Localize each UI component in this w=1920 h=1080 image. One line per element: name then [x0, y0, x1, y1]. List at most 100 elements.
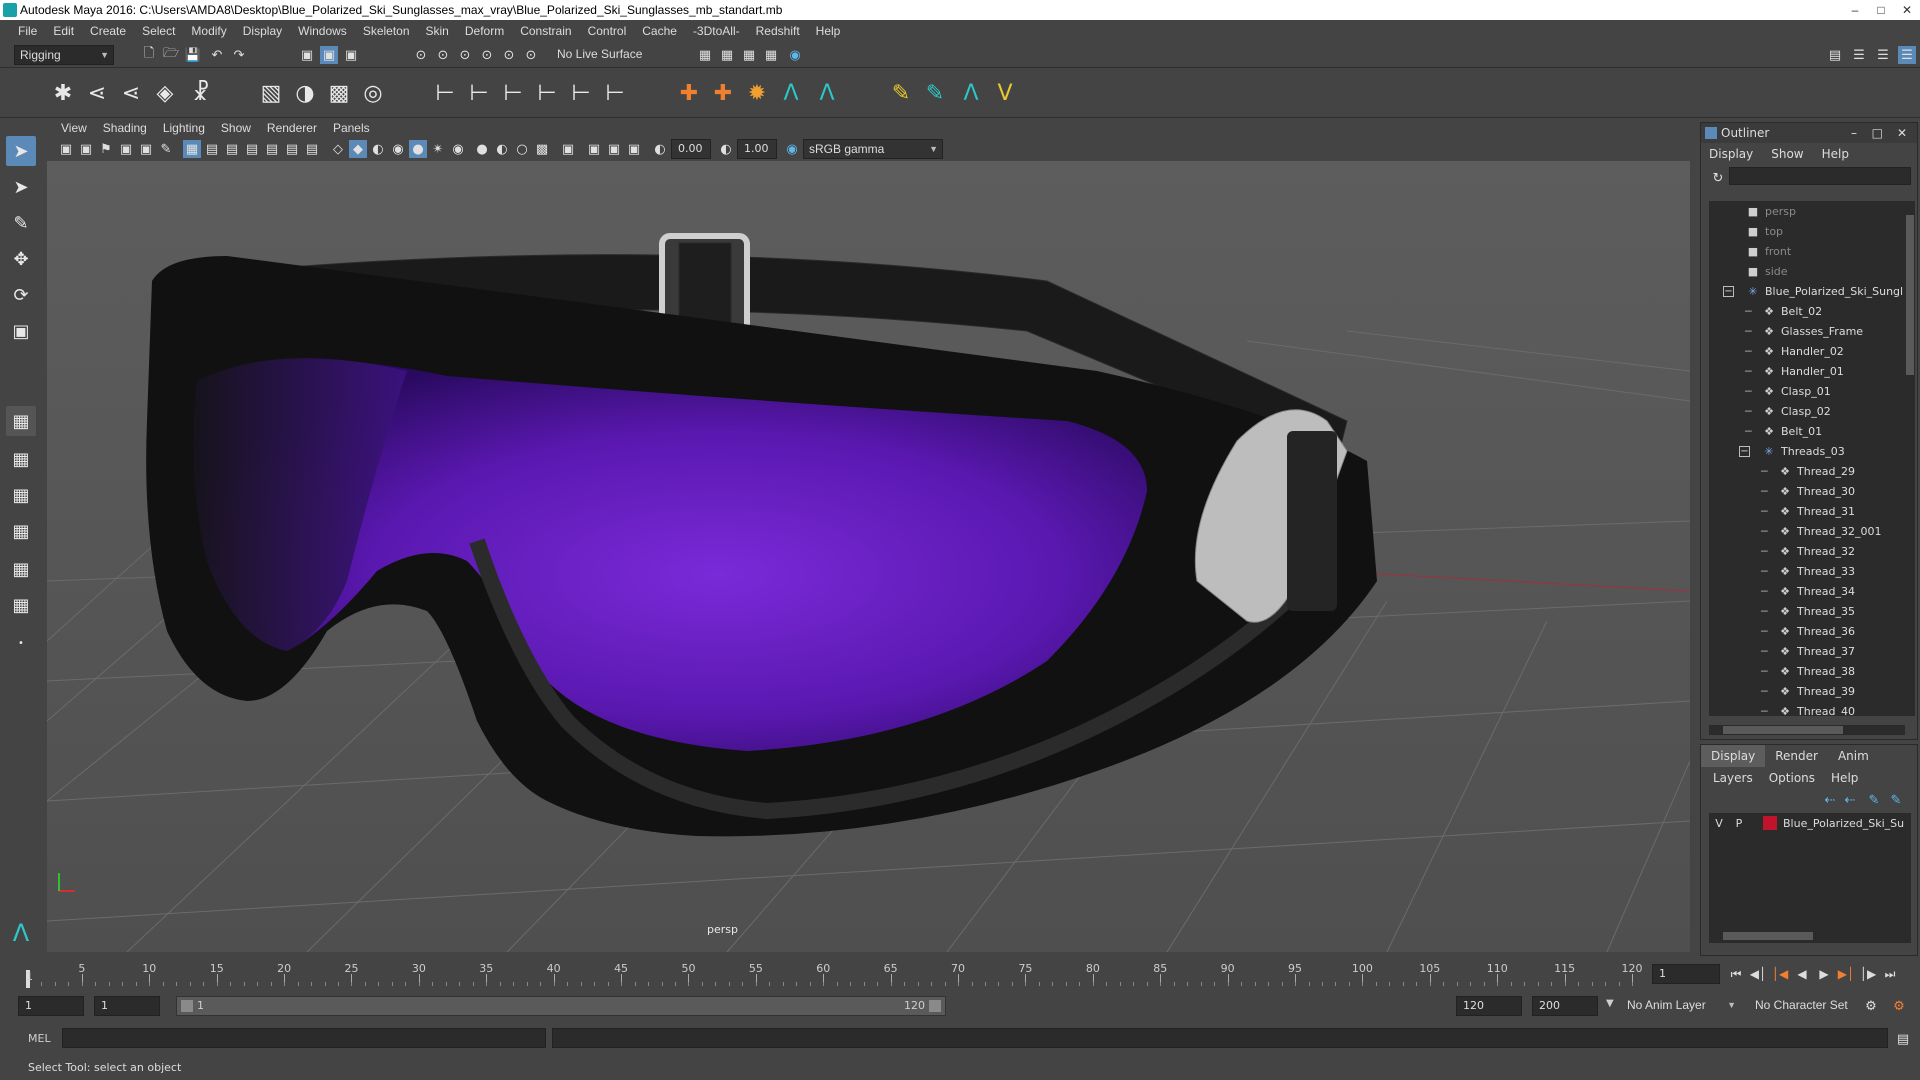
step-forward-key-button[interactable]: │▶ — [1858, 964, 1878, 984]
xray-icon[interactable]: ▩ — [533, 140, 551, 158]
motion-blur-icon[interactable]: ● — [473, 140, 491, 158]
outliner-item[interactable]: − ✳ Blue_Polarized_Ski_Sungl — [1709, 281, 1905, 301]
outliner-item[interactable]: ■ side — [1709, 261, 1905, 281]
range-start-handle[interactable] — [181, 1000, 193, 1012]
step-forward-frame-button[interactable]: ▶│ — [1836, 964, 1856, 984]
outliner-item[interactable]: ─ ❖ Thread_32_001 — [1709, 521, 1905, 541]
anti-aliasing-icon[interactable]: ◐ — [493, 140, 511, 158]
outliner-item[interactable]: ─ ❖ Thread_33 — [1709, 561, 1905, 581]
range-dropdown-icon[interactable]: ▼ — [1606, 998, 1614, 1009]
outliner-item[interactable]: ─ ❖ Thread_32 — [1709, 541, 1905, 561]
time-ruler[interactable]: 5 10 15 20 25 30 35 40 45 50 55 60 65 70 75 80 85 90 95 100… — [26, 960, 1643, 988]
outliner-item[interactable]: ─ ❖ Thread_34 — [1709, 581, 1905, 601]
hypershade-layout-icon[interactable]: ▦ — [6, 554, 36, 584]
outliner-menu-help[interactable]: Help — [1822, 147, 1849, 161]
outliner-minimize-button[interactable]: – — [1851, 126, 1857, 140]
new-scene-icon[interactable]: 🗋 — [140, 46, 158, 64]
playback-start-field[interactable]: 1 — [94, 996, 160, 1016]
joint-orient-icon[interactable]: ✚ — [708, 78, 738, 108]
hypershade-icon[interactable]: ◉ — [786, 46, 804, 64]
lattice-icon[interactable]: ▩ — [324, 78, 354, 108]
pole-vector-icon[interactable]: ⊢ — [600, 78, 630, 108]
minimize-button[interactable]: – — [1842, 0, 1868, 20]
ik-handle-icon[interactable]: ⋖ — [82, 78, 112, 108]
layer-tab-render[interactable]: Render — [1765, 745, 1828, 767]
menu-redshift[interactable]: Redshift — [748, 24, 808, 38]
bookmark-icon[interactable]: ⚑ — [97, 140, 115, 158]
new-layer-icon[interactable]: ✎ — [1865, 791, 1883, 809]
snap-curve-icon[interactable]: ⊙ — [434, 46, 452, 64]
bind-skin-icon[interactable]: ▧ — [256, 78, 286, 108]
grease-pencil-icon[interactable]: ✎ — [157, 140, 175, 158]
exposure-icon[interactable]: ◐ — [651, 140, 669, 158]
outliner-item[interactable]: ─ ❖ Thread_37 — [1709, 641, 1905, 661]
menu-edit[interactable]: Edit — [45, 24, 82, 38]
range-end-handle[interactable] — [929, 1000, 941, 1012]
snap-grid-icon[interactable]: ⊙ — [412, 46, 430, 64]
color-management-icon[interactable]: ◉ — [783, 140, 801, 158]
select-hierarchy-icon[interactable]: ▣ — [298, 46, 316, 64]
move-tool-icon[interactable]: ✥ — [6, 244, 36, 274]
layer-tab-anim[interactable]: Anim — [1828, 745, 1879, 767]
outliner-item[interactable]: ■ persp — [1709, 201, 1905, 221]
safe-title-icon[interactable]: ▤ — [303, 140, 321, 158]
render-view-icon[interactable]: ▦ — [762, 46, 780, 64]
move-layer-up-icon[interactable]: ⇠ — [1821, 791, 1839, 809]
render-settings-icon[interactable]: ▦ — [696, 46, 714, 64]
viewport-menu-lighting[interactable]: Lighting — [155, 121, 213, 135]
snap-vertex-icon[interactable]: ⊙ — [522, 46, 540, 64]
color-space-selector[interactable]: sRGB gamma ▼ — [803, 139, 943, 159]
humanik-rig-icon[interactable]: Λ — [812, 78, 842, 108]
parent-constraint-icon[interactable]: ⊢ — [430, 78, 460, 108]
point-constraint-icon[interactable]: ⊢ — [464, 78, 494, 108]
outliner-item[interactable]: − ✳ Threads_03 — [1709, 441, 1905, 461]
blendshape-icon[interactable]: Λ — [956, 78, 986, 108]
gate-mask-icon[interactable]: ▤ — [243, 140, 261, 158]
layer-menu-options[interactable]: Options — [1769, 771, 1815, 785]
layer-visibility-toggle[interactable]: V — [1709, 817, 1729, 830]
wireframe-on-shaded-icon[interactable]: ◐ — [369, 140, 387, 158]
ik-spline-icon[interactable]: ⋖ — [116, 78, 146, 108]
paint-select-icon[interactable]: ✎ — [6, 208, 36, 238]
paint-weights-icon[interactable]: ✎ — [886, 78, 916, 108]
persp-outliner-layout-icon[interactable]: ▦ — [6, 480, 36, 510]
snap-surface-icon[interactable]: ⊙ — [500, 46, 518, 64]
film-gate-icon[interactable]: ▤ — [203, 140, 221, 158]
layer-row[interactable]: V P Blue_Polarized_Ski_Su — [1709, 813, 1911, 833]
menu-file[interactable]: File — [10, 24, 45, 38]
3d-viewport[interactable]: persp — [47, 161, 1690, 952]
viewport-menu-panels[interactable]: Panels — [325, 121, 378, 135]
2d-pan-icon[interactable]: ▣ — [137, 140, 155, 158]
outliner-float-button[interactable]: □ — [1872, 126, 1883, 140]
attribute-editor-icon[interactable]: ☰ — [1850, 46, 1868, 64]
viewport-menu-show[interactable]: Show — [213, 121, 259, 135]
menu-windows[interactable]: Windows — [290, 24, 355, 38]
open-scene-icon[interactable]: 🗁 — [162, 46, 180, 64]
camera-select-icon[interactable]: ▣ — [57, 140, 75, 158]
outliner-item[interactable]: ─ ❖ Thread_35 — [1709, 601, 1905, 621]
play-backward-button[interactable]: ◀ — [1792, 964, 1812, 984]
outliner-search-input[interactable] — [1729, 167, 1911, 185]
mode-selector[interactable]: Rigging ▼ — [14, 45, 114, 65]
locator-icon[interactable]: ✚ — [674, 78, 704, 108]
safe-action-icon[interactable]: ▤ — [283, 140, 301, 158]
menu-3dtoall[interactable]: -3DtoAll- — [685, 24, 748, 38]
smooth-shade-icon[interactable]: ◆ — [349, 140, 367, 158]
outliner-item[interactable]: ─ ❖ Clasp_01 — [1709, 381, 1905, 401]
animation-prefs-icon[interactable]: ⚙ — [1890, 997, 1908, 1015]
undo-icon[interactable]: ↶ — [208, 46, 226, 64]
outliner-item[interactable]: ─ ❖ Thread_31 — [1709, 501, 1905, 521]
outliner-item[interactable]: ─ ❖ Thread_38 — [1709, 661, 1905, 681]
move-layer-down-icon[interactable]: ⇠ — [1841, 791, 1859, 809]
play-forward-button[interactable]: ▶ — [1814, 964, 1834, 984]
save-scene-icon[interactable]: 💾 — [184, 46, 202, 64]
cluster-icon[interactable]: ◎ — [358, 78, 388, 108]
outliner-item[interactable]: ─ ❖ Thread_30 — [1709, 481, 1905, 501]
image-plane-icon[interactable]: ▣ — [117, 140, 135, 158]
select-object-icon[interactable]: ▣ — [320, 46, 338, 64]
tool-settings-icon[interactable]: ☰ — [1874, 46, 1892, 64]
outliner-filter-icon[interactable]: ↻ — [1709, 169, 1727, 187]
grid-toggle-icon[interactable]: ▦ — [183, 140, 201, 158]
use-all-lights-icon[interactable]: ● — [409, 140, 427, 158]
outliner-item[interactable]: ─ ❖ Thread_29 — [1709, 461, 1905, 481]
